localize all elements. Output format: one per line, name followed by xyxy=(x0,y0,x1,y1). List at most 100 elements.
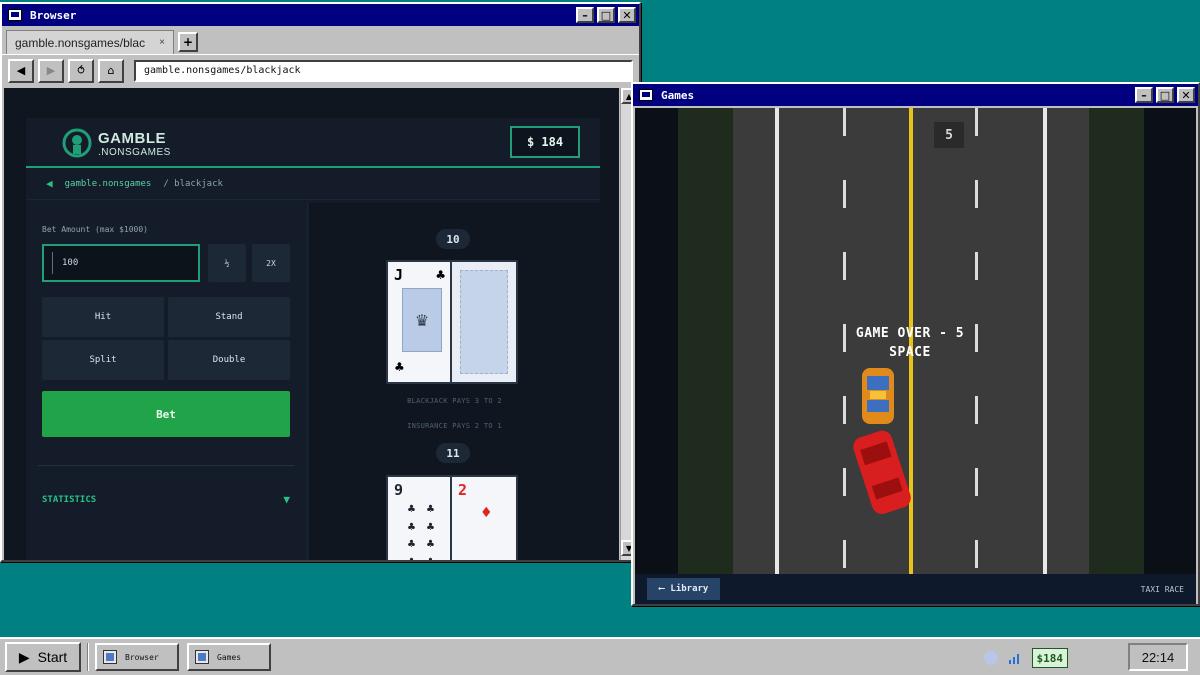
browser-window: Browser – □ ✕ gamble.nonsgames/blac × + … xyxy=(0,2,641,562)
red-car-icon xyxy=(853,430,911,514)
start-label: Start xyxy=(37,649,68,665)
club-suit-icon: ♣ xyxy=(435,268,446,282)
card-rank: J xyxy=(394,266,404,284)
panel-divider xyxy=(38,465,294,466)
statistics-toggle[interactable]: STATISTICS ▼ xyxy=(42,493,290,506)
address-bar[interactable]: gamble.nonsgames/blackjack xyxy=(134,59,633,82)
taskbar-item-browser[interactable]: Browser xyxy=(95,643,179,671)
tab-title: gamble.nonsgames/blac xyxy=(15,35,146,50)
breadcrumb-home-link[interactable]: gamble.nonsgames xyxy=(65,179,152,189)
logo-subtext: .NONSGAMES xyxy=(98,147,171,158)
dealer-card-jack: J ♣ ♛ ♣ xyxy=(386,260,454,384)
stand-button[interactable]: Stand xyxy=(168,297,290,337)
games-title: Games xyxy=(661,88,695,102)
insurance-pays-text: INSURANCE PAYS 2 TO 1 xyxy=(407,422,502,430)
breadcrumb: ◀ gamble.nonsgames / blackjack xyxy=(26,168,600,200)
page-viewport: GAMBLE .NONSGAMES $ 184 ◀ gamble.nonsgam… xyxy=(4,88,619,560)
browser-app-icon xyxy=(8,9,22,21)
reload-button[interactable]: ⥀ xyxy=(68,58,94,83)
blackjack-pays-text: BLACKJACK PAYS 3 TO 2 xyxy=(407,397,502,405)
game-score: 5 xyxy=(934,122,964,148)
lane-dash xyxy=(975,540,978,568)
lane-dash xyxy=(975,396,978,424)
network-icon[interactable] xyxy=(1008,651,1022,665)
back-button[interactable]: ◀ xyxy=(8,58,34,83)
taskbar-item-games[interactable]: Games xyxy=(187,643,271,671)
breadcrumb-current: / blackjack xyxy=(163,178,223,189)
double-bet-button[interactable]: 2X xyxy=(252,244,290,282)
bet-amount-input[interactable]: 100 xyxy=(42,244,200,282)
browser-titlebar[interactable]: Browser – □ ✕ xyxy=(2,4,639,26)
browser-tab[interactable]: gamble.nonsgames/blac × xyxy=(6,30,174,54)
bet-panel: Bet Amount (max $1000) 100 ½ 2X Hit Stan… xyxy=(26,203,308,560)
games-footer: ⟵ Library TAXI RACE xyxy=(635,574,1196,604)
taskbar-item-label: Browser xyxy=(125,652,159,662)
crown-icon: ♛ xyxy=(402,288,442,352)
grass-left xyxy=(678,108,733,574)
start-button[interactable]: ▶ Start xyxy=(5,642,81,672)
road-edge-left xyxy=(775,108,779,574)
clock: 22:14 xyxy=(1128,643,1188,671)
lane-dash xyxy=(975,108,978,136)
lane-dash xyxy=(975,180,978,208)
blackjack-table: 10 J ♣ ♛ ♣ BLACKJACK PAYS 3 TO 2 INSURAN… xyxy=(309,203,600,560)
minimize-button[interactable]: – xyxy=(576,7,594,23)
library-button[interactable]: ⟵ Library xyxy=(647,578,721,600)
tray-balance: $184 xyxy=(1031,648,1068,668)
game-over-text: GAME OVER - 5 SPACE xyxy=(795,324,1025,362)
games-icon xyxy=(195,650,209,664)
forward-button[interactable]: ▶ xyxy=(38,58,64,83)
browser-title: Browser xyxy=(30,8,77,22)
lane-dash xyxy=(975,468,978,496)
dealer-score: 10 xyxy=(436,229,470,249)
logo-wordmark: GAMBLE xyxy=(98,130,166,147)
tab-strip: gamble.nonsgames/blac × + xyxy=(2,26,639,54)
games-window: Games – □ ✕ 5 GAME OVER - 5 SPACE ⟵ Libr… xyxy=(631,82,1200,606)
lane-dash xyxy=(843,540,846,568)
gamble-logo-icon xyxy=(62,128,92,158)
library-label: Library xyxy=(670,584,709,594)
lane-dash xyxy=(843,108,846,136)
game-canvas[interactable]: 5 GAME OVER - 5 SPACE xyxy=(635,108,1196,574)
games-titlebar[interactable]: Games – □ ✕ xyxy=(633,84,1198,106)
player-score: 11 xyxy=(436,443,470,463)
dealer-card-facedown xyxy=(450,260,518,384)
lane-dash xyxy=(843,252,846,280)
card-rank: 9 xyxy=(394,481,404,499)
close-button[interactable]: ✕ xyxy=(618,7,636,23)
diamond-suit-icon: ♦ xyxy=(480,505,493,521)
tab-close-icon[interactable]: × xyxy=(159,37,165,48)
taskbar: ▶ Start Browser Games $184 22:14 xyxy=(0,637,1200,675)
system-tray: $184 xyxy=(983,644,1068,672)
split-button[interactable]: Split xyxy=(42,340,164,380)
maximize-button[interactable]: □ xyxy=(597,7,615,23)
browser-icon xyxy=(103,650,117,664)
taxi-car-icon xyxy=(862,368,894,424)
hit-button[interactable]: Hit xyxy=(42,297,164,337)
nav-bar: ◀ ▶ ⥀ ⌂ gamble.nonsgames/blackjack xyxy=(2,54,639,86)
double-button[interactable]: Double xyxy=(168,340,290,380)
new-tab-button[interactable]: + xyxy=(178,32,198,52)
player-card-two: 2 ♦ xyxy=(450,475,518,560)
lane-dash xyxy=(843,468,846,496)
game-over-prompt: SPACE xyxy=(889,345,931,360)
play-icon: ▶ xyxy=(18,648,30,665)
volume-icon[interactable] xyxy=(983,651,998,665)
club-pips-icon: ♣♣♣♣♣♣♣♣ xyxy=(407,504,435,560)
home-button[interactable]: ⌂ xyxy=(98,58,124,83)
taskbar-item-label: Games xyxy=(217,652,242,662)
lane-dash xyxy=(843,180,846,208)
grass-right xyxy=(1089,108,1144,574)
minimize-button[interactable]: – xyxy=(1135,87,1153,103)
club-suit-icon: ♣ xyxy=(394,360,405,374)
statistics-label: STATISTICS xyxy=(42,494,97,505)
close-button[interactable]: ✕ xyxy=(1177,87,1195,103)
bet-button[interactable]: Bet xyxy=(42,391,290,437)
back-arrow-icon[interactable]: ◀ xyxy=(46,177,53,190)
maximize-button[interactable]: □ xyxy=(1156,87,1174,103)
half-bet-button[interactable]: ½ xyxy=(208,244,246,282)
gamble-site: GAMBLE .NONSGAMES $ 184 ◀ gamble.nonsgam… xyxy=(26,118,600,560)
card-rank: 2 xyxy=(458,481,468,499)
back-arrow-icon: ⟵ xyxy=(659,584,665,594)
taskbar-separator xyxy=(87,643,89,671)
